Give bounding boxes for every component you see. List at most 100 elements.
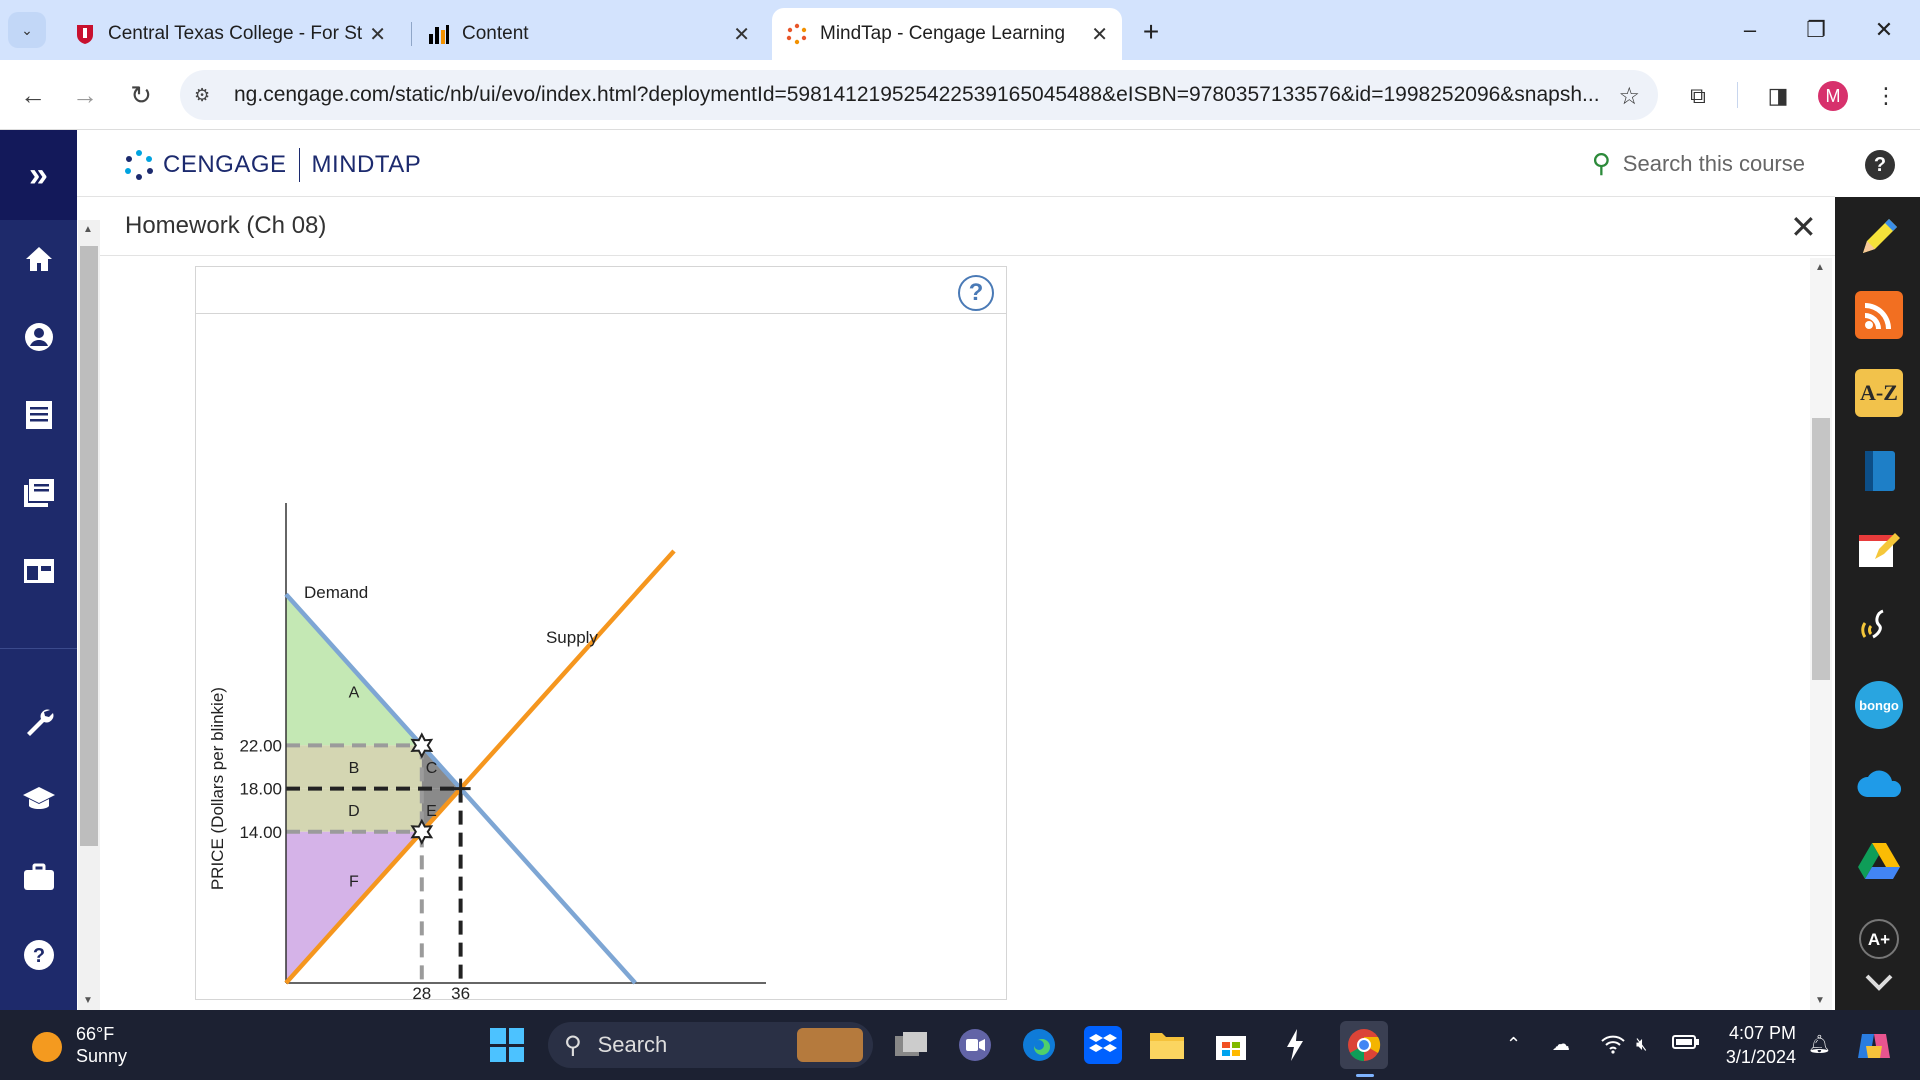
- graph-help-button[interactable]: ?: [958, 275, 994, 311]
- battery-icon[interactable]: [1672, 1034, 1700, 1055]
- supply-label: Supply: [546, 628, 598, 647]
- homework-header-divider: [100, 255, 1835, 256]
- window-close-button[interactable]: ✕: [1854, 10, 1914, 50]
- sun-icon[interactable]: [32, 1032, 62, 1062]
- edge-browser-icon[interactable]: [1020, 1026, 1058, 1064]
- clock-time: 4:07 PM: [1728, 1023, 1796, 1043]
- tab-search-menu-button[interactable]: ⌄: [8, 12, 46, 48]
- logo-mindtap-text: MINDTAP: [311, 151, 422, 178]
- chrome-browser-icon[interactable]: [1340, 1021, 1388, 1069]
- scroll-down-arrow-icon[interactable]: ▼: [1815, 995, 1825, 1006]
- close-icon[interactable]: ✕: [1091, 22, 1108, 47]
- content-scrollbar[interactable]: ▲ ▼: [1810, 258, 1832, 1010]
- course-search[interactable]: ⚲ Search this course: [1592, 148, 1805, 179]
- microsoft-store-icon[interactable]: [1212, 1026, 1250, 1064]
- briefcase-icon[interactable]: [20, 858, 58, 896]
- tools-wrench-icon[interactable]: [20, 702, 58, 740]
- reload-icon: ↻: [130, 79, 152, 110]
- dropbox-icon[interactable]: [1084, 1026, 1122, 1064]
- site-info-icon[interactable]: ⚙: [194, 85, 234, 106]
- reload-button[interactable]: ↻: [120, 74, 162, 116]
- task-view-icon[interactable]: [892, 1026, 930, 1064]
- onedrive-cloud-icon[interactable]: [1855, 759, 1903, 807]
- help-circle-icon[interactable]: ?: [20, 936, 58, 974]
- search-placeholder: Search this course: [1622, 150, 1805, 176]
- google-drive-icon[interactable]: [1855, 837, 1903, 885]
- gradebook-icon[interactable]: [20, 396, 58, 434]
- profile-avatar[interactable]: M: [1818, 81, 1848, 111]
- rss-feed-icon[interactable]: [1855, 291, 1903, 339]
- tab-central-texas-college[interactable]: Central Texas College - For Stud ✕: [60, 8, 400, 60]
- app-help-button[interactable]: ?: [1865, 150, 1895, 180]
- y-tick-label: 18.00: [239, 780, 282, 799]
- bookmark-star-icon[interactable]: ☆: [1618, 82, 1640, 111]
- cengage-mindtap-logo[interactable]: CENGAGE MINDTAP: [123, 148, 421, 182]
- scroll-up-arrow-icon[interactable]: ▲: [1815, 262, 1825, 273]
- chevron-down-icon[interactable]: [1855, 967, 1903, 997]
- read-speaker-icon[interactable]: [1855, 603, 1903, 651]
- notes-icon[interactable]: [1855, 525, 1903, 573]
- new-tab-button[interactable]: +: [1132, 14, 1170, 50]
- y-axis-label: PRICE (Dollars per blinkie): [208, 687, 227, 890]
- lightning-app-icon[interactable]: [1276, 1026, 1314, 1064]
- accessibility-plus-icon[interactable]: A+: [1859, 919, 1899, 959]
- surplus-graph[interactable]: 22.0018.0014.002836QUANTITY (Blinkies)PR…: [196, 315, 1006, 999]
- expand-sidebar-button[interactable]: »: [0, 130, 77, 220]
- scroll-thumb[interactable]: [80, 246, 98, 846]
- file-explorer-icon[interactable]: [1148, 1026, 1186, 1064]
- notifications-bell-icon[interactable]: 🔔︎: [1808, 1034, 1831, 1055]
- clock-date: 3/1/2024: [1725, 1047, 1796, 1067]
- logo-separator: [298, 148, 300, 182]
- restore-button[interactable]: ❐: [1786, 10, 1846, 50]
- double-chevron-right-icon: »: [29, 155, 48, 194]
- bongo-icon[interactable]: bongo: [1855, 681, 1903, 729]
- weather-condition: Sunny: [76, 1046, 128, 1066]
- area-label-b: B: [349, 760, 360, 777]
- taskbar-search[interactable]: ⚲ Search: [548, 1022, 873, 1068]
- scroll-thumb[interactable]: [1812, 418, 1830, 680]
- scroll-down-arrow-icon[interactable]: ▼: [83, 995, 93, 1006]
- system-clock[interactable]: 4:07 PM 3/1/2024: [1720, 1021, 1796, 1069]
- close-icon[interactable]: ✕: [369, 22, 386, 47]
- area-label-c: C: [426, 760, 438, 777]
- show-hidden-icons-chevron-icon[interactable]: ⌃: [1506, 1034, 1521, 1055]
- notebook-icon[interactable]: [1855, 447, 1903, 495]
- active-app-indicator: [1356, 1074, 1374, 1077]
- account-icon[interactable]: [20, 318, 58, 356]
- forward-button[interactable]: →: [64, 74, 106, 116]
- onedrive-tray-icon[interactable]: ☁: [1552, 1034, 1570, 1055]
- y-tick-label: 14.00: [239, 823, 282, 842]
- arrow-left-icon: ←: [20, 79, 46, 110]
- copilot-icon[interactable]: [1856, 1028, 1892, 1069]
- extensions-icon[interactable]: ⧉: [1680, 78, 1716, 114]
- tab-mindtap[interactable]: MindTap - Cengage Learning ✕: [772, 8, 1122, 60]
- weather-widget[interactable]: 66°F Sunny: [76, 1023, 127, 1067]
- homework-title: Homework (Ch 08): [125, 212, 327, 239]
- glossary-az-icon[interactable]: A-Z: [1855, 369, 1903, 417]
- close-homework-button[interactable]: ✕: [1790, 208, 1817, 246]
- minimize-button[interactable]: –: [1720, 10, 1780, 50]
- close-icon[interactable]: ✕: [733, 22, 750, 47]
- ebook-icon[interactable]: [20, 474, 58, 512]
- app-header: CENGAGE MINDTAP ⚲ Search this course: [77, 130, 1835, 197]
- left-scrollbar[interactable]: ▲ ▼: [78, 220, 100, 1010]
- address-bar[interactable]: ⚙ ng.cengage.com/static/nb/ui/evo/index.…: [180, 70, 1658, 120]
- pencil-icon[interactable]: [1855, 213, 1903, 261]
- tab-content[interactable]: Content ✕: [414, 8, 764, 60]
- area-label-f: F: [349, 873, 359, 890]
- browser-menu-icon[interactable]: ⋮: [1868, 78, 1904, 114]
- graduation-cap-icon[interactable]: [20, 780, 58, 818]
- arrow-right-icon: →: [72, 79, 98, 110]
- back-button[interactable]: ←: [12, 74, 54, 116]
- windows-start-button[interactable]: [490, 1028, 524, 1062]
- volume-muted-icon[interactable]: 🔇︎: [1636, 1034, 1647, 1055]
- scroll-up-arrow-icon[interactable]: ▲: [83, 224, 93, 235]
- side-panel-icon[interactable]: ◨: [1760, 78, 1796, 114]
- wifi-icon[interactable]: [1600, 1034, 1626, 1059]
- calendar-icon[interactable]: [20, 552, 58, 590]
- teams-chat-icon[interactable]: [956, 1026, 994, 1064]
- home-icon[interactable]: [20, 240, 58, 278]
- browser-tab-bar: ⌄ Central Texas College - For Stud ✕ Con…: [0, 0, 1920, 60]
- svg-text:A+: A+: [1868, 930, 1890, 949]
- toolbar-divider: [1737, 82, 1738, 108]
